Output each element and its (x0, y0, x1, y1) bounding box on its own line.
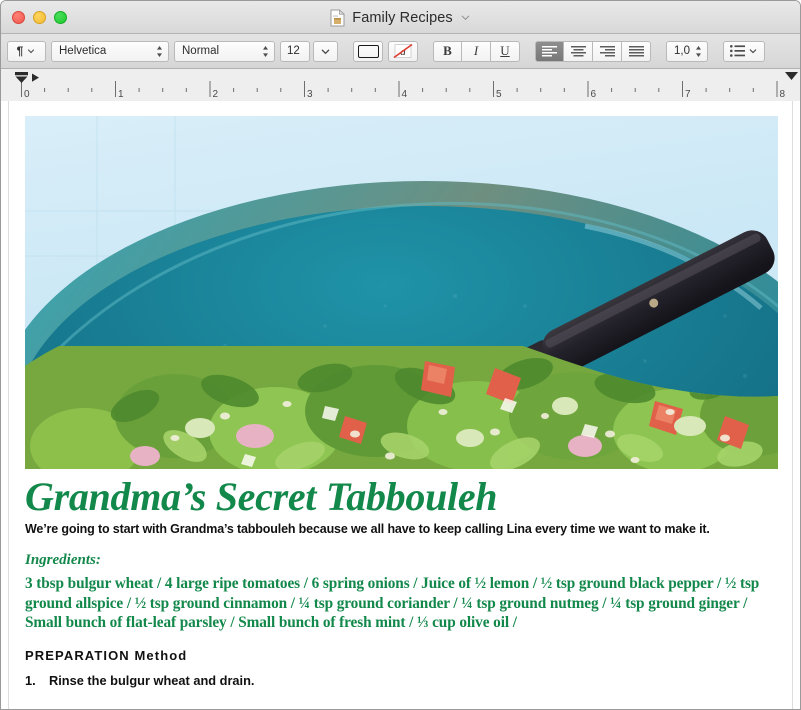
font-size-value: 12 (287, 45, 300, 57)
recipe-intro: We’re going to start with Grandma’s tabb… (25, 522, 710, 536)
chevron-down-icon (321, 49, 330, 54)
font-size-popup-button[interactable] (313, 40, 338, 62)
text-style-popup[interactable]: Normal (174, 40, 275, 62)
list-item: 1. Rinse the bulgur wheat and drain. (25, 672, 776, 690)
window-title-group: Family Recipes (1, 1, 800, 34)
chevron-down-icon (28, 49, 35, 54)
stepper-up-down-icon (157, 45, 162, 57)
text-decoration-group: B I U (433, 40, 520, 62)
italic-button[interactable]: I (462, 40, 491, 62)
align-left-button[interactable] (535, 40, 564, 62)
font-family-popup[interactable]: Helvetica (51, 40, 169, 62)
no-color-icon: a (393, 43, 413, 59)
align-left-icon (542, 45, 557, 56)
align-justify-button[interactable] (622, 40, 651, 62)
svg-text:7: 7 (685, 89, 691, 100)
line-spacing-popup[interactable]: 1,0 (666, 40, 708, 62)
document-page[interactable]: Grandma’s Secret Tabbouleh We’re going t… (8, 101, 793, 709)
ruler[interactable]: 0 1 2 3 4 5 6 7 8 (1, 69, 800, 101)
step-number: 1. (25, 672, 36, 688)
document-scroll-area[interactable]: Grandma’s Secret Tabbouleh We’re going t… (1, 101, 800, 709)
svg-text:2: 2 (213, 89, 219, 100)
textedit-window: Family Recipes ¶ Helvetica Normal 12 a B… (0, 0, 801, 710)
align-center-button[interactable] (564, 40, 593, 62)
svg-text:0: 0 (24, 89, 30, 100)
bullet-list-icon (730, 45, 745, 57)
step-text: Rinse the bulgur wheat and drain. (49, 672, 255, 688)
align-justify-icon (628, 45, 644, 56)
svg-text:3: 3 (307, 89, 313, 100)
recipe-photo[interactable] (25, 116, 778, 469)
align-right-button[interactable] (593, 40, 622, 62)
align-center-icon (570, 45, 586, 56)
font-size-field[interactable]: 12 (280, 40, 310, 62)
chevron-down-icon (749, 49, 757, 54)
italic-label: I (473, 43, 479, 58)
minimize-button[interactable] (33, 10, 46, 24)
svg-text:5: 5 (496, 89, 502, 100)
document-icon (330, 8, 346, 26)
list-style-popup[interactable] (723, 40, 765, 62)
window-controls (12, 10, 67, 24)
bold-label: B (443, 43, 452, 58)
ingredients-list: 3 tbsp bulgur wheat / 4 large ripe tomat… (25, 575, 760, 631)
document-text[interactable]: Grandma’s Secret Tabbouleh We’re going t… (25, 469, 776, 690)
zoom-button[interactable] (54, 10, 67, 24)
paragraph-mark-icon: ¶ (16, 44, 24, 58)
preparation-heading: PREPARATION Method (25, 647, 188, 663)
recipe-title: Grandma’s Secret Tabbouleh (25, 474, 498, 519)
format-toolbar: ¶ Helvetica Normal 12 a B I U 1,0 (1, 34, 800, 69)
alignment-group (535, 40, 651, 62)
svg-text:8: 8 (780, 89, 786, 100)
line-spacing-value: 1,0 (674, 45, 690, 57)
font-family-value: Helvetica (59, 45, 107, 57)
tabbouleh-photo (25, 116, 778, 469)
underline-label: U (500, 43, 510, 58)
bold-button[interactable]: B (433, 40, 462, 62)
window-titlebar: Family Recipes (1, 1, 800, 34)
underline-button[interactable]: U (491, 40, 520, 62)
text-color-button[interactable] (353, 40, 383, 62)
close-button[interactable] (12, 10, 25, 24)
remove-highlight-button[interactable]: a (388, 40, 418, 62)
svg-text:4: 4 (402, 89, 408, 100)
svg-text:6: 6 (591, 89, 597, 100)
stepper-up-down-icon (263, 45, 268, 57)
document-title: Family Recipes (352, 9, 453, 26)
chevron-down-icon[interactable] (460, 12, 471, 23)
text-color-swatch (357, 44, 379, 58)
ingredients-heading: Ingredients: (25, 552, 101, 568)
paragraph-style-popup[interactable]: ¶ (7, 40, 46, 62)
stepper-up-down-icon (696, 45, 701, 57)
preparation-steps: 1. Rinse the bulgur wheat and drain. (25, 672, 776, 690)
svg-text:1: 1 (118, 89, 124, 100)
align-right-icon (599, 45, 615, 56)
ruler-graphic: 0 1 2 3 4 5 6 7 8 (1, 69, 800, 101)
text-style-value: Normal (182, 45, 220, 57)
